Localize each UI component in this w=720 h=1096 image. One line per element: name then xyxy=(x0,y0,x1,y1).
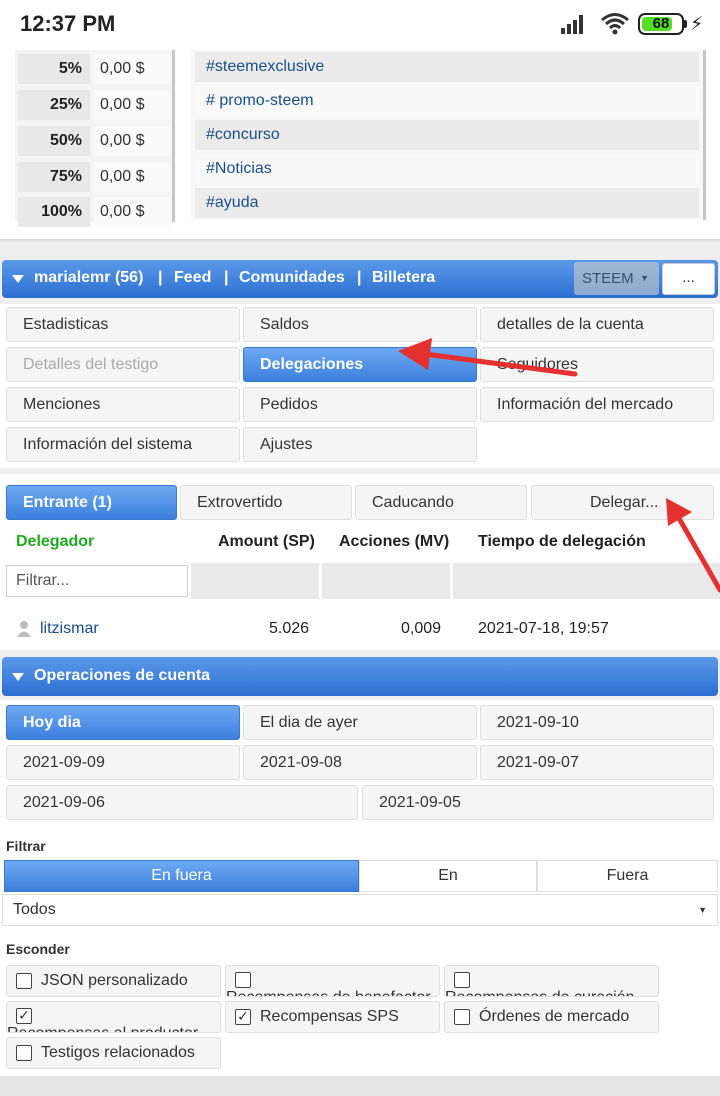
signal-icon xyxy=(561,14,587,34)
direction-in[interactable]: En xyxy=(359,860,537,892)
nav-communities[interactable]: Comunidades xyxy=(239,269,345,287)
delegate-button[interactable]: Delegar... xyxy=(531,485,714,520)
clock: 12:37 PM xyxy=(20,11,116,36)
user-nav-bar: marialemr (56) | Feed | Comunidades | Bi… xyxy=(2,260,718,298)
filter-label: Filtrar xyxy=(6,838,46,854)
menu-section: Estadisticas Saldos detalles de la cuent… xyxy=(0,304,720,468)
hide-ordenes-checkbox[interactable]: Órdenes de mercado xyxy=(444,1001,659,1033)
status-bar: 12:37 PM 68 ⚡ xyxy=(0,0,720,50)
percent-row: 50% 0,00 $ xyxy=(18,126,170,156)
battery-icon: 68 xyxy=(638,13,687,35)
date-2021-09-06[interactable]: 2021-09-06 xyxy=(6,785,358,820)
menu-seguidores[interactable]: Seguidores xyxy=(480,347,714,382)
tag-link[interactable]: #Noticias xyxy=(195,154,699,184)
percent-row: 25% 0,00 $ xyxy=(18,90,170,120)
filter-cell xyxy=(453,563,720,599)
hide-curacion-checkbox[interactable]: Recompensas de curación xyxy=(444,965,659,997)
user-icon xyxy=(17,621,31,637)
filter-cell xyxy=(191,563,319,599)
percent-row: 75% 0,00 $ xyxy=(18,162,170,192)
date-2021-09-08[interactable]: 2021-09-08 xyxy=(243,745,477,780)
checkbox-icon xyxy=(454,1009,470,1025)
tiempo-cell: 2021-07-18, 19:57 xyxy=(478,620,609,637)
tag-link[interactable]: #concurso xyxy=(195,120,699,150)
operation-type-select[interactable]: Todos ▼ xyxy=(2,894,718,926)
chevron-down-icon: ▼ xyxy=(698,905,707,915)
tag-list: #steemexclusive # promo-steem #concurso … xyxy=(191,50,706,220)
collapse-caret-icon[interactable] xyxy=(12,275,24,283)
menu-info-mercado[interactable]: Información del mercado xyxy=(480,387,714,422)
delegator-link[interactable]: litzismar xyxy=(40,620,99,638)
nav-user[interactable]: marialemr (56) xyxy=(34,269,143,287)
operations-header[interactable]: Operaciones de cuenta xyxy=(2,657,718,696)
percent-row: 100% 0,00 $ xyxy=(18,197,170,227)
direction-both[interactable]: En fuera xyxy=(4,860,359,892)
menu-info-sistema[interactable]: Información del sistema xyxy=(6,427,240,462)
checkbox-checked-icon: ✓ xyxy=(235,1009,251,1025)
hide-productor-checkbox[interactable]: ✓ Recompensas al productor xyxy=(6,1001,221,1033)
acciones-cell: 0,009 xyxy=(401,620,442,637)
wifi-icon xyxy=(601,13,629,35)
date-ayer[interactable]: El dia de ayer xyxy=(243,705,477,740)
page-footer xyxy=(0,1076,720,1096)
tab-extrovertido[interactable]: Extrovertido xyxy=(180,485,352,520)
date-2021-09-10[interactable]: 2021-09-10 xyxy=(480,705,714,740)
hide-label: Esconder xyxy=(6,941,70,957)
checkbox-checked-icon: ✓ xyxy=(16,1008,32,1024)
nav-feed[interactable]: Feed xyxy=(174,269,211,287)
nav-wallet[interactable]: Billetera xyxy=(372,269,435,287)
tab-caducando[interactable]: Caducando xyxy=(355,485,527,520)
checkbox-icon xyxy=(454,972,470,988)
more-button[interactable]: ... xyxy=(662,263,715,295)
hide-testigos-checkbox[interactable]: Testigos relacionados xyxy=(6,1037,221,1069)
date-hoy[interactable]: Hoy dia xyxy=(6,705,240,740)
col-amount[interactable]: Amount (SP) xyxy=(218,533,315,551)
menu-detalles-cuenta[interactable]: detalles de la cuenta xyxy=(480,307,714,342)
checkbox-icon xyxy=(16,973,32,989)
tag-link[interactable]: #steemexclusive xyxy=(195,52,699,82)
checkbox-icon xyxy=(16,1045,32,1061)
checkbox-icon xyxy=(235,972,251,988)
menu-menciones[interactable]: Menciones xyxy=(6,387,240,422)
col-delegador[interactable]: Delegador xyxy=(16,533,94,551)
charging-icon: ⚡ xyxy=(690,14,704,35)
tag-link[interactable]: # promo-steem xyxy=(195,86,699,116)
date-2021-09-05[interactable]: 2021-09-05 xyxy=(362,785,714,820)
tab-entrante[interactable]: Entrante (1) xyxy=(6,485,177,520)
tag-link[interactable]: #ayuda xyxy=(195,188,699,218)
percent-table: 5% 0,00 $ 25% 0,00 $ 50% 0,00 $ 75% 0,00 $ 1… xyxy=(15,50,175,227)
col-tiempo[interactable]: Tiempo de delegación xyxy=(478,533,646,551)
trending-card: 5% 0,00 $ 25% 0,00 $ 50% 0,00 $ 75% 0,00 $ 1… xyxy=(0,50,720,240)
menu-delegaciones[interactable]: Delegaciones xyxy=(243,347,477,382)
delegation-section: Entrante (1) Extrovertido Caducando Dele… xyxy=(0,474,720,650)
hide-sps-checkbox[interactable]: ✓ Recompensas SPS xyxy=(225,1001,440,1033)
chevron-down-icon: ▼ xyxy=(640,273,649,283)
currency-select[interactable]: STEEM ▼ xyxy=(574,262,659,295)
hide-benefactor-checkbox[interactable]: Recompensas de benefactor xyxy=(225,965,440,997)
percent-row: 5% 0,00 $ xyxy=(18,54,170,84)
direction-out[interactable]: Fuera xyxy=(537,860,718,892)
hide-json-checkbox[interactable]: JSON personalizado xyxy=(6,965,221,997)
date-2021-09-07[interactable]: 2021-09-07 xyxy=(480,745,714,780)
collapse-caret-icon xyxy=(12,673,24,681)
date-2021-09-09[interactable]: 2021-09-09 xyxy=(6,745,240,780)
menu-estadisticas[interactable]: Estadisticas xyxy=(6,307,240,342)
menu-pedidos[interactable]: Pedidos xyxy=(243,387,477,422)
col-acciones[interactable]: Acciones (MV) xyxy=(339,533,449,551)
amount-cell: 5.026 xyxy=(269,620,310,637)
menu-detalles-testigo: Detalles del testigo xyxy=(6,347,240,382)
filter-cell xyxy=(322,563,450,599)
menu-saldos[interactable]: Saldos xyxy=(243,307,477,342)
menu-ajustes[interactable]: Ajustes xyxy=(243,427,477,462)
delegator-filter-input[interactable] xyxy=(6,565,188,597)
